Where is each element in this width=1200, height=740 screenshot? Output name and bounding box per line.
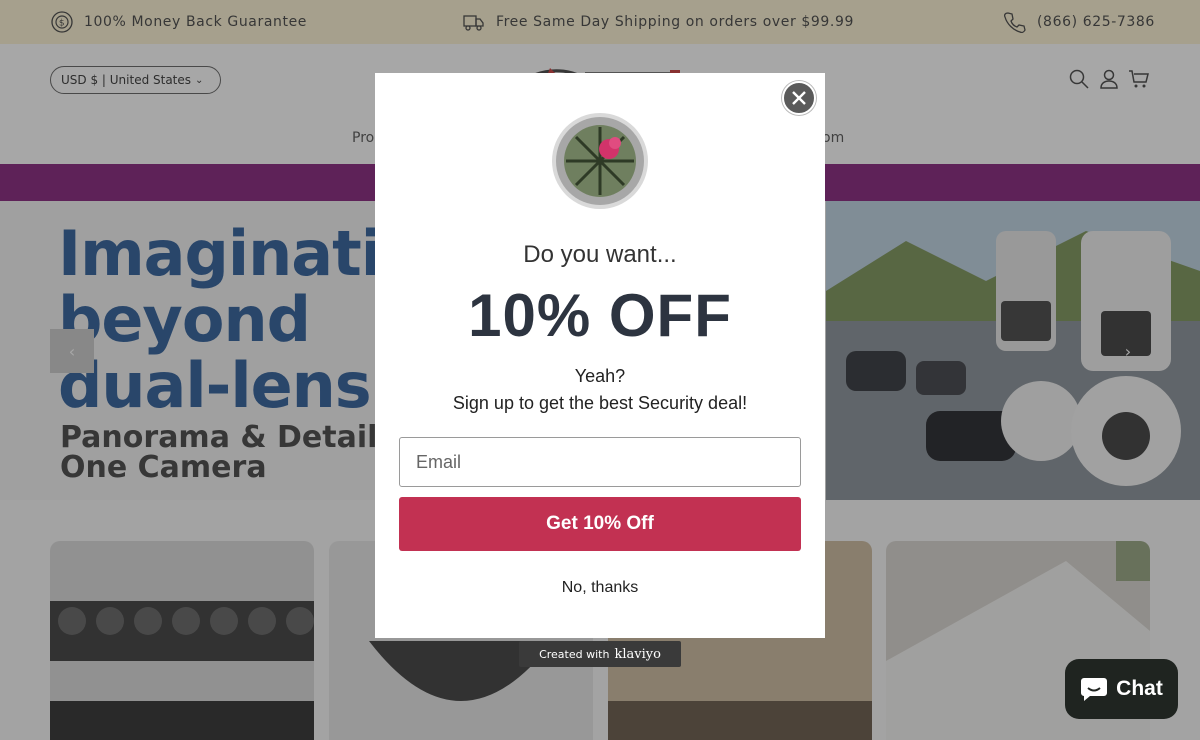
modal-description: Sign up to get the best Security deal! — [452, 393, 748, 413]
signup-modal: Do you want... 10% OFF Yeah? Sign up to … — [375, 73, 825, 638]
modal-title: Do you want... — [523, 241, 677, 268]
no-thanks-link[interactable]: No, thanks — [375, 579, 825, 597]
klaviyo-logo: klaviyo — [614, 646, 661, 662]
email-field[interactable] — [399, 437, 801, 487]
close-button[interactable] — [782, 81, 816, 115]
close-icon — [792, 91, 806, 105]
get-discount-button[interactable]: Get 10% Off — [399, 497, 801, 551]
chat-button[interactable]: Chat — [1065, 659, 1178, 719]
modal-offer: 10% OFF — [468, 282, 732, 349]
klaviyo-badge[interactable]: Created with klaviyo — [519, 641, 681, 667]
succulent-image — [552, 113, 648, 209]
modal-tagline: Yeah? — [574, 366, 626, 386]
chat-bubble-icon — [1081, 678, 1108, 701]
klaviyo-badge-text: Created with — [539, 647, 610, 661]
chat-label: Chat — [1116, 677, 1163, 700]
